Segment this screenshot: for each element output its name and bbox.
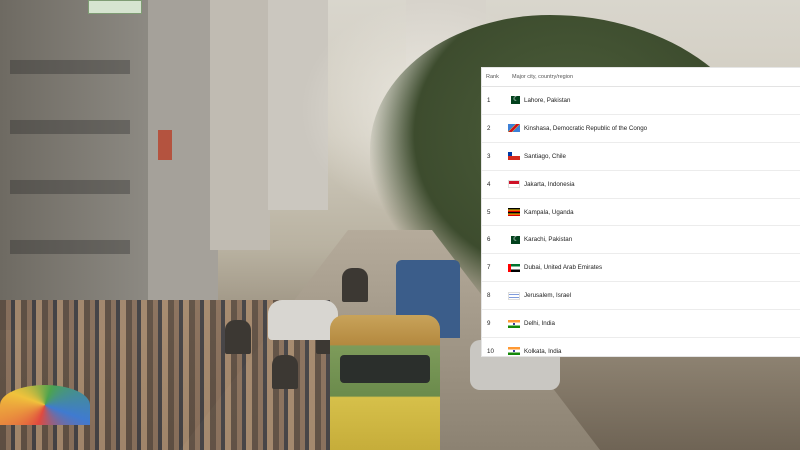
rank-cell: 3 — [487, 152, 491, 160]
city-cell: Kinshasa, Democratic Republic of the Con… — [524, 124, 648, 132]
building-left — [0, 0, 150, 330]
table-row: 9 Delhi, India — [482, 310, 800, 339]
table-row: 8 Jerusalem, Israel — [482, 282, 800, 311]
rickshaw — [342, 268, 368, 302]
rank-column-header: Rank — [486, 74, 499, 80]
table-row: 4 Jakarta, Indonesia — [482, 171, 800, 199]
city-column-header: Major city, country/region — [512, 74, 574, 80]
city-cell: Dubai, United Arab Emirates — [524, 264, 603, 272]
table-row: 10 Kolkata, India — [482, 338, 800, 365]
shop-sign — [88, 0, 142, 14]
rank-cell: 7 — [487, 264, 491, 272]
pollution-ranking-table: Rank Major city, country/region 1 Lahore… — [482, 68, 800, 356]
city-cell: Kolkata, India — [524, 347, 562, 355]
indonesia-flag-icon — [508, 180, 520, 189]
table-row: 1 Lahore, Pakistan — [482, 87, 800, 115]
rank-cell: 5 — [487, 208, 491, 216]
table-row: 6 Karachi, Pakistan — [482, 226, 800, 255]
israel-flag-icon — [508, 291, 520, 300]
pakistan-flag-icon — [508, 96, 520, 105]
table-row: 5 Kampala, Uganda — [482, 199, 800, 227]
rickshaw — [272, 355, 298, 389]
rank-cell: 10 — [487, 347, 494, 355]
city-cell: Delhi, India — [524, 320, 555, 328]
dr-congo-flag-icon — [508, 124, 520, 133]
chile-flag-icon — [508, 152, 520, 161]
uae-flag-icon — [508, 263, 520, 272]
city-cell: Jakarta, Indonesia — [524, 180, 575, 188]
rank-cell: 2 — [487, 124, 491, 132]
table-header: Rank Major city, country/region — [482, 68, 800, 87]
city-cell: Jerusalem, Israel — [524, 292, 572, 300]
rickshaw — [225, 320, 251, 354]
india-flag-icon — [508, 347, 520, 356]
city-cell: Karachi, Pakistan — [524, 236, 573, 244]
city-cell: Santiago, Chile — [524, 152, 566, 160]
umbrella — [0, 385, 90, 425]
rank-cell: 1 — [487, 96, 491, 104]
car — [268, 300, 338, 340]
table-row: 2 Kinshasa, Democratic Republic of the C… — [482, 115, 800, 143]
bus-windshield — [340, 355, 430, 383]
building — [210, 0, 270, 250]
shop-sign — [158, 130, 172, 160]
table-row: 3 Santiago, Chile — [482, 143, 800, 171]
city-cell: Lahore, Pakistan — [524, 96, 571, 104]
table-row: 7 Dubai, United Arab Emirates — [482, 254, 800, 283]
pakistan-flag-icon — [508, 235, 520, 244]
city-cell: Kampala, Uganda — [524, 208, 574, 216]
rank-cell: 6 — [487, 236, 491, 244]
uganda-flag-icon — [508, 208, 520, 216]
rank-cell: 9 — [487, 320, 491, 328]
india-flag-icon — [508, 319, 520, 328]
rank-cell: 4 — [487, 180, 491, 188]
rank-cell: 8 — [487, 292, 491, 300]
